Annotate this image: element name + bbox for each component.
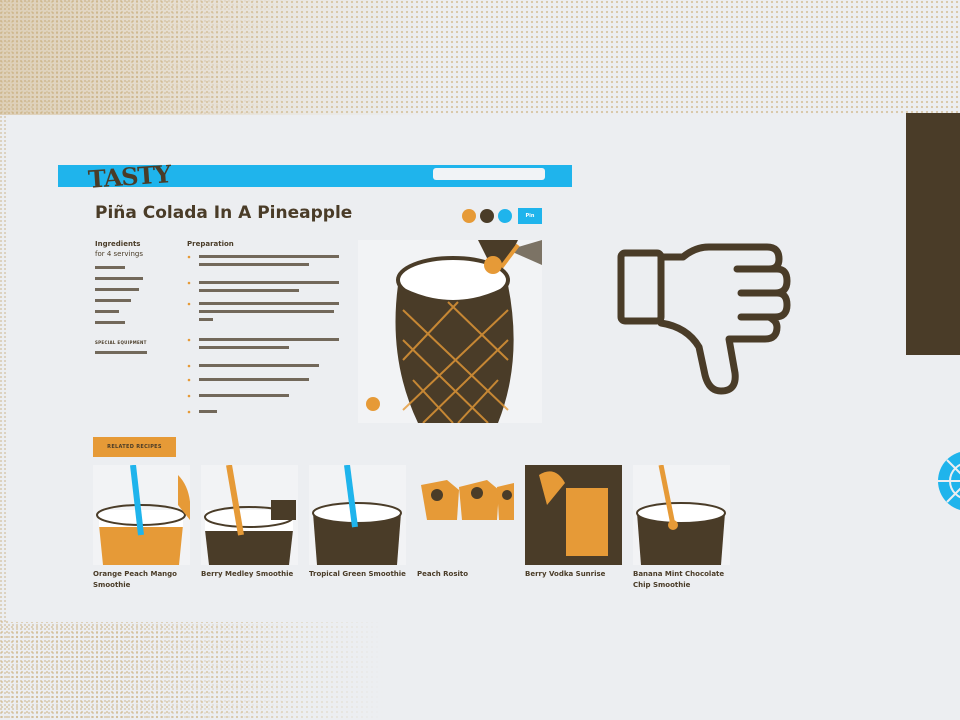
related-recipe-card[interactable]: Tropical Green Smoothie xyxy=(309,465,406,580)
special-equipment-item xyxy=(95,351,147,354)
recipe-thumbnail[interactable] xyxy=(201,465,298,565)
twitter-icon[interactable] xyxy=(498,209,512,223)
related-recipe-card[interactable]: Banana Mint Chocolate Chip Smoothie xyxy=(633,465,730,590)
recipe-thumbnail[interactable] xyxy=(309,465,406,565)
related-recipe-card[interactable]: Orange Peach Mango Smoothie xyxy=(93,465,190,590)
recipe-thumbnail[interactable] xyxy=(93,465,190,565)
recipe-page-screenshot: TASTY Piña Colada In A Pineapple Pin Ing… xyxy=(58,159,572,435)
related-recipe-card[interactable]: Berry Vodka Sunrise xyxy=(525,465,622,580)
recipe-title[interactable]: Berry Vodka Sunrise xyxy=(525,569,622,580)
special-equipment-heading: SPECIAL EQUIPMENT xyxy=(95,340,147,345)
recipe-title[interactable]: Peach Rosito xyxy=(417,569,514,580)
recipe-title[interactable]: Tropical Green Smoothie xyxy=(309,569,406,580)
recipe-title[interactable]: Orange Peach Mango Smoothie xyxy=(93,569,190,590)
recipe-hero-image[interactable] xyxy=(358,240,542,423)
related-recipe-card[interactable]: Peach Rosito xyxy=(417,465,514,580)
background-texture-bottom xyxy=(0,620,960,720)
recipe-title: Piña Colada In A Pineapple xyxy=(95,203,353,223)
play-icon[interactable] xyxy=(366,397,380,411)
related-recipe-card[interactable]: Berry Medley Smoothie xyxy=(201,465,298,580)
ingredients-list xyxy=(95,266,143,324)
preparation-heading: Preparation xyxy=(187,240,234,248)
facebook-icon[interactable] xyxy=(462,209,476,223)
search-input[interactable] xyxy=(433,168,545,180)
recipe-thumbnail[interactable] xyxy=(525,465,622,565)
recipe-title[interactable]: Berry Medley Smoothie xyxy=(201,569,298,580)
recipe-thumbnail[interactable] xyxy=(633,465,730,565)
save-button[interactable]: Pin xyxy=(518,208,542,224)
thumbs-down-icon xyxy=(617,243,791,395)
pinterest-icon[interactable] xyxy=(480,209,494,223)
recipe-thumbnail[interactable] xyxy=(417,465,514,565)
decorative-brown-block xyxy=(906,113,960,355)
site-logo[interactable]: TASTY xyxy=(87,159,171,194)
globe-icon xyxy=(938,452,960,510)
related-recipes-label: RELATED RECIPES xyxy=(93,437,176,457)
ingredients-heading: Ingredients xyxy=(95,240,141,248)
servings-label: for 4 servings xyxy=(95,250,143,258)
preparation-steps xyxy=(187,255,339,414)
recipe-title[interactable]: Banana Mint Chocolate Chip Smoothie xyxy=(633,569,730,590)
